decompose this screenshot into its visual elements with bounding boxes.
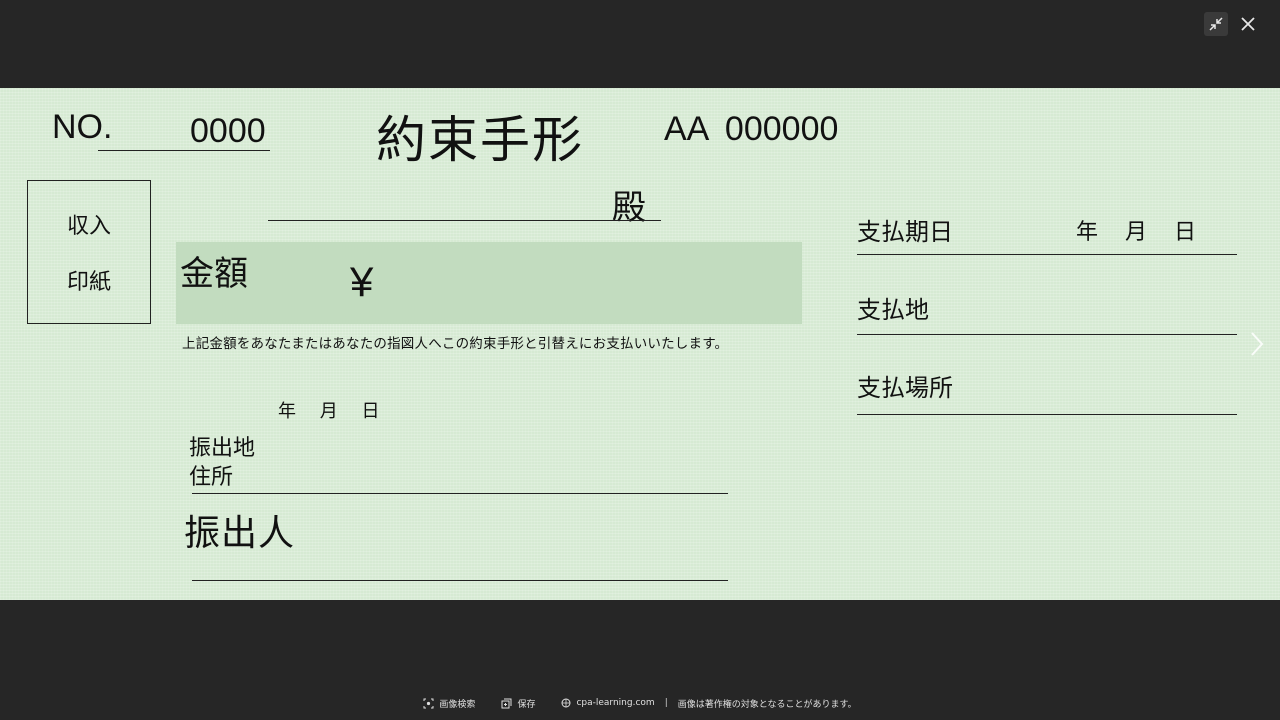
stamp-label-line2: 印紙 bbox=[66, 270, 111, 295]
amount-field bbox=[176, 242, 802, 324]
close-icon bbox=[1241, 17, 1255, 31]
payment-due-date-ymd: 年 月 日 bbox=[1076, 220, 1196, 245]
footer-separator: | bbox=[664, 698, 668, 708]
image-search-button[interactable]: 画像検索 bbox=[423, 697, 475, 710]
payment-place-label: 支払地 bbox=[857, 296, 929, 324]
payment-place-underline bbox=[857, 334, 1237, 335]
source-link[interactable]: cpa-learning.com bbox=[561, 698, 655, 708]
payment-due-date-label: 支払期日 bbox=[857, 218, 953, 246]
save-icon bbox=[501, 698, 512, 708]
stamp-label-line1: 収入 bbox=[66, 214, 111, 239]
copyright-notice: 画像は著作権の対象となることがあります。 bbox=[677, 699, 857, 710]
payee-line bbox=[268, 220, 661, 221]
next-image-button[interactable] bbox=[1244, 328, 1268, 360]
serial-number: AA 000000 bbox=[664, 110, 839, 148]
viewer-footer: 画像検索 保存 cpa-learning.com | 画像は著作権の対象となるこ… bbox=[0, 690, 1280, 716]
payee-honorific: 殿 bbox=[612, 188, 646, 228]
shrink-button[interactable] bbox=[1204, 12, 1228, 36]
chevron-right-icon bbox=[1251, 332, 1264, 356]
payment-location-underline bbox=[857, 414, 1237, 415]
drawer-label: 振出人 bbox=[184, 513, 296, 554]
save-label: 保存 bbox=[517, 699, 536, 710]
save-button[interactable]: 保存 bbox=[501, 697, 535, 710]
issue-place-underline bbox=[192, 493, 728, 494]
viewer-controls bbox=[1204, 12, 1260, 36]
payment-due-date-underline bbox=[857, 254, 1237, 255]
payment-notice: 上記金額をあなたまたはあなたの指図人へこの約束手形と引替えにお支払いいたします。 bbox=[182, 336, 729, 352]
amount-label: 金額 bbox=[180, 254, 248, 294]
image-viewer: NO. 0000 約束手形 AA 000000 収入 印紙 殿 金額 ¥ 上記金… bbox=[0, 0, 1280, 720]
note-number-label: NO. bbox=[52, 108, 113, 146]
image-search-label: 画像検索 bbox=[439, 699, 476, 710]
globe-icon bbox=[561, 698, 571, 708]
yen-symbol: ¥ bbox=[350, 258, 374, 305]
source-domain: cpa-learning.com bbox=[576, 698, 655, 708]
issue-place-label: 振出地 住所 bbox=[189, 434, 255, 492]
close-button[interactable] bbox=[1236, 12, 1260, 36]
note-number-underline bbox=[98, 150, 270, 151]
payment-location-label: 支払場所 bbox=[857, 374, 953, 402]
drawer-underline bbox=[192, 580, 728, 581]
note-number-value: 0000 bbox=[190, 112, 266, 150]
lens-icon bbox=[423, 698, 434, 708]
issue-date: 年 月 日 bbox=[278, 401, 380, 422]
shrink-icon bbox=[1209, 17, 1223, 31]
document-title: 約束手形 bbox=[376, 111, 584, 169]
promissory-note-image: NO. 0000 約束手形 AA 000000 収入 印紙 殿 金額 ¥ 上記金… bbox=[0, 88, 1280, 600]
issue-place-line2: 住所 bbox=[189, 465, 234, 490]
revenue-stamp-box: 収入 印紙 bbox=[27, 180, 151, 324]
issue-place-line1: 振出地 bbox=[189, 436, 256, 461]
